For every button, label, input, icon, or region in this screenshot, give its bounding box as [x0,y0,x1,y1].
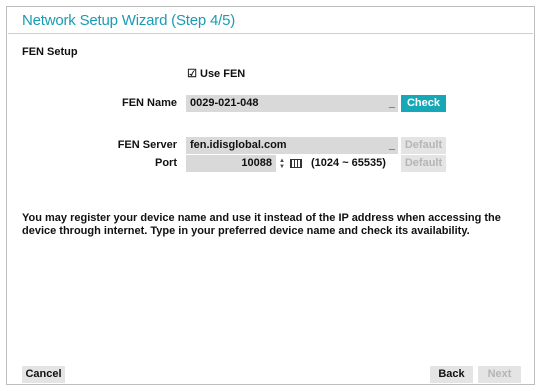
use-fen-label: Use FEN [200,68,246,80]
dialog-title: Network Setup Wizard (Step 4/5) [22,12,236,29]
back-button[interactable]: Back [430,366,473,383]
fen-server-input[interactable]: fen.idisglobal.com _ [186,137,398,154]
use-fen-checkbox-row[interactable]: ☑ Use FEN [187,68,245,80]
wizard-dialog [6,6,535,385]
server-default-button[interactable]: Default [401,137,446,154]
checkmark-icon[interactable]: ☑ [187,69,197,80]
text-cursor-icon: _ [388,97,395,109]
text-cursor-icon: _ [388,139,395,151]
port-default-button[interactable]: Default [401,155,446,172]
description-text: You may register your device name and us… [22,212,501,237]
port-value: 10088 [241,157,272,169]
fen-name-value: 0029-021-048 [190,97,259,109]
port-range: (1024 ~ 65535) [311,157,386,169]
keyboard-icon[interactable] [290,159,302,168]
port-input[interactable]: 10088 [186,155,276,172]
section-title: FEN Setup [22,46,78,58]
fen-name-label: FEN Name [121,97,177,109]
title-divider [8,33,533,34]
fen-server-label: FEN Server [117,139,177,151]
fen-server-value: fen.idisglobal.com [190,139,287,151]
fen-name-input[interactable]: 0029-021-048 _ [186,95,398,112]
port-label: Port [155,157,177,169]
next-button[interactable]: Next [478,366,521,383]
cancel-button[interactable]: Cancel [22,366,65,383]
spin-arrows-icon[interactable]: ▲ ▼ [278,156,286,171]
check-button[interactable]: Check [401,95,446,112]
